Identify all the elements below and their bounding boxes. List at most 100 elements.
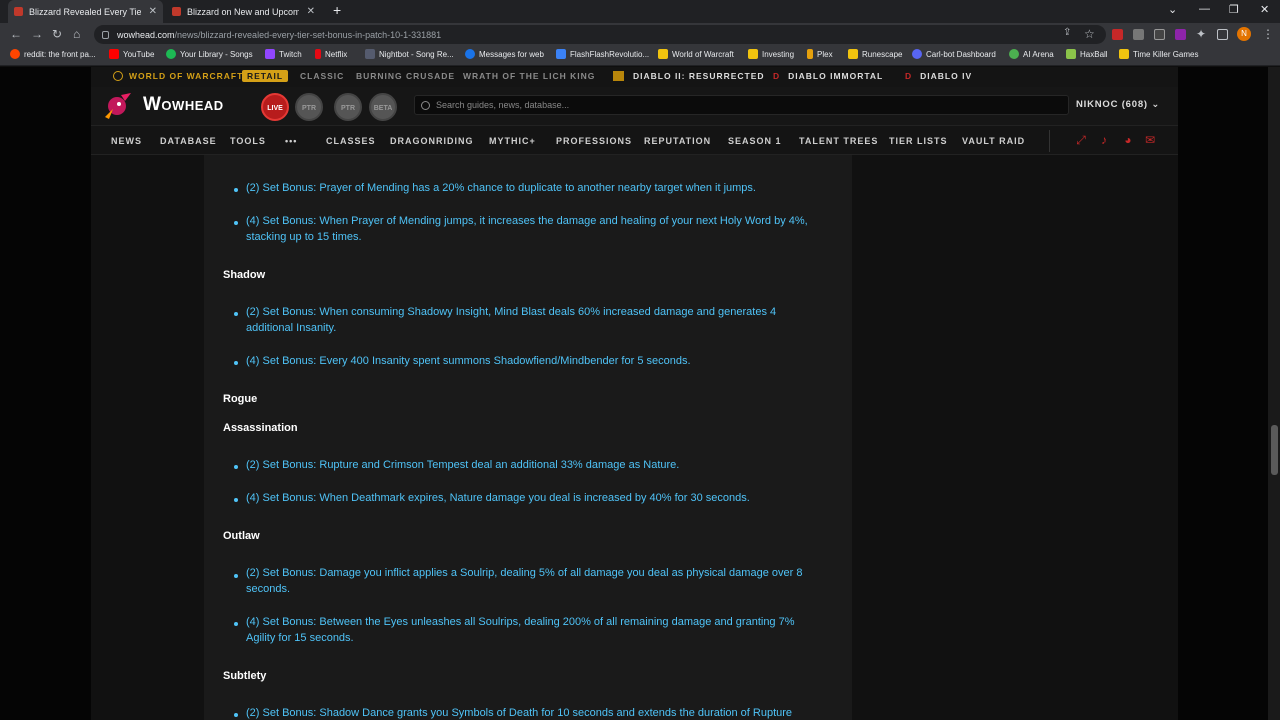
expand-icon[interactable]: ⤢ <box>1075 134 1087 146</box>
bookmark-label: Twitch <box>279 49 302 59</box>
game-wow[interactable]: WORLD OF WARCRAFT <box>113 71 243 81</box>
nav-vault-raid[interactable]: VAULT RAID <box>962 136 1025 146</box>
new-tab-button[interactable]: + <box>333 2 341 18</box>
bookmark-item[interactable]: Runescape <box>848 49 902 59</box>
bookmark-label: Plex <box>817 49 833 59</box>
bookmark-item[interactable]: Plex <box>807 49 833 59</box>
twitch-icon <box>265 49 275 59</box>
nightbot-icon <box>365 49 375 59</box>
site-nav: NEWS DATABASE TOOLS ••• CLASSES DRAGONRI… <box>91 125 1178 155</box>
youtube-icon <box>109 49 119 59</box>
nav-mythic-plus[interactable]: MYTHIC+ <box>489 136 536 146</box>
forward-icon[interactable]: → <box>31 27 43 41</box>
extension-icon[interactable] <box>1175 29 1186 40</box>
site-search-input[interactable]: Search guides, news, database... <box>414 95 1069 115</box>
site-logo[interactable]: Wowhead <box>143 94 224 116</box>
live-version-pill[interactable]: LIVE <box>261 93 289 121</box>
tab-active[interactable]: Blizzard Revealed Every Tier Set B ✕ <box>8 0 163 23</box>
bookmark-item[interactable]: Time Killer Games <box>1119 49 1199 59</box>
back-icon[interactable]: ← <box>10 27 22 41</box>
close-tab-icon[interactable]: ✕ <box>149 6 157 17</box>
page-viewport: WORLD OF WARCRAFT RETAIL CLASSIC BURNING… <box>0 67 1280 720</box>
set-bonus-item[interactable]: (2) Set Bonus: Prayer of Mending has a 2… <box>246 180 821 196</box>
notifications-bell-icon[interactable]: ♪ <box>1098 134 1110 146</box>
nav-reputation[interactable]: REPUTATION <box>644 136 711 146</box>
address-bar[interactable]: wowhead.com/news/blizzard-revealed-every… <box>94 25 1106 44</box>
folder-icon <box>658 49 668 59</box>
wowhead-logo-icon[interactable] <box>101 91 135 121</box>
nav-news[interactable]: NEWS <box>111 136 142 146</box>
nav-professions[interactable]: PROFESSIONS <box>556 136 632 146</box>
extension-icon[interactable] <box>1133 29 1144 40</box>
set-bonus-item[interactable]: (4) Set Bonus: When Prayer of Mending ju… <box>246 213 821 245</box>
bookmark-item[interactable]: Investing <box>748 49 794 59</box>
bookmark-item[interactable]: HaxBall <box>1066 49 1108 59</box>
nav-tier-lists[interactable]: TIER LISTS <box>889 136 948 146</box>
page-scrollbar[interactable] <box>1268 67 1280 720</box>
bookmark-item[interactable]: World of Warcraft <box>658 49 734 59</box>
side-panel-icon[interactable] <box>1217 29 1228 40</box>
bookmark-item[interactable]: Messages for web <box>465 49 544 59</box>
ptr-version-pill[interactable]: PTR <box>334 93 362 121</box>
set-bonus-item[interactable]: (4) Set Bonus: Every 400 Insanity spent … <box>246 353 821 369</box>
bookmark-label: Your Library - Songs <box>180 49 253 59</box>
adblock-extension-icon[interactable] <box>1112 29 1123 40</box>
tab-search-icon[interactable]: ⌄ <box>1168 3 1177 16</box>
close-tab-icon[interactable]: ✕ <box>307 6 315 17</box>
bookmark-item[interactable]: Netflix <box>315 49 347 59</box>
bookmark-item[interactable]: FlashFlashRevolutio... <box>556 49 649 59</box>
share-icon[interactable]: ⇪ <box>1063 27 1071 38</box>
set-bonus-item[interactable]: (2) Set Bonus: Shadow Dance grants you S… <box>246 705 821 720</box>
bookmark-item[interactable]: Twitch <box>265 49 302 59</box>
scrollbar-thumb[interactable] <box>1271 425 1278 475</box>
menu-kebab-icon[interactable]: ⋮ <box>1262 27 1274 41</box>
bookmark-item[interactable]: reddit: the front pa... <box>10 49 96 59</box>
set-bonus-item[interactable]: (2) Set Bonus: Damage you inflict applie… <box>246 565 821 597</box>
ptr-version-pill[interactable]: PTR <box>295 93 323 121</box>
bookmark-item[interactable]: Nightbot - Song Re... <box>365 49 454 59</box>
set-bonus-item[interactable]: (4) Set Bonus: When Deathmark expires, N… <box>246 490 821 506</box>
game-d2r[interactable]: DIABLO II: RESURRECTED <box>613 71 765 81</box>
nav-classes[interactable]: CLASSES <box>326 136 376 146</box>
nav-database[interactable]: DATABASE <box>160 136 217 146</box>
bookmark-star-icon[interactable]: ☆ <box>1084 27 1095 41</box>
bookmark-item[interactable]: Your Library - Songs <box>166 49 253 59</box>
game-d2r-label: DIABLO II: RESURRECTED <box>633 71 765 81</box>
set-bonus-item[interactable]: (2) Set Bonus: When consuming Shadowy In… <box>246 304 821 336</box>
extensions-puzzle-icon[interactable]: ✦ <box>1196 27 1206 41</box>
bullet-icon <box>234 221 238 225</box>
profile-avatar[interactable]: N <box>1237 27 1251 41</box>
nav-more[interactable]: ••• <box>285 136 297 146</box>
game-bc[interactable]: BURNING CRUSADE <box>356 71 455 81</box>
ai-arena-icon <box>1009 49 1019 59</box>
bookmark-item[interactable]: YouTube <box>109 49 154 59</box>
tab-inactive[interactable]: Blizzard on New and Upcoming ✕ <box>166 0 321 23</box>
bullet-icon <box>234 465 238 469</box>
bookmark-item[interactable]: Carl-bot Dashboard <box>912 49 996 59</box>
extension-icon[interactable] <box>1154 29 1165 40</box>
beta-version-pill[interactable]: BETA <box>369 93 397 121</box>
nav-tools[interactable]: TOOLS <box>230 136 266 146</box>
game-wotlk[interactable]: WRATH OF THE LICH KING <box>463 71 595 81</box>
lock-icon <box>102 30 109 39</box>
nav-season[interactable]: SEASON 1 <box>728 136 782 146</box>
bullet-icon <box>234 498 238 502</box>
set-bonus-item[interactable]: (4) Set Bonus: Between the Eyes unleashe… <box>246 614 821 646</box>
user-menu[interactable]: NIKNOC (608) ⌄ <box>1076 99 1160 110</box>
nav-talent-trees[interactable]: TALENT TREES <box>799 136 878 146</box>
game-d4[interactable]: D DIABLO IV <box>905 71 972 81</box>
close-window-icon[interactable]: ✕ <box>1260 3 1269 16</box>
mail-icon[interactable]: ✉ <box>1144 134 1156 146</box>
home-icon[interactable]: ⌂ <box>73 27 80 41</box>
game-di[interactable]: D DIABLO IMMORTAL <box>773 71 883 81</box>
game-classic[interactable]: CLASSIC <box>300 71 344 81</box>
discord-icon <box>912 49 922 59</box>
set-bonus-item[interactable]: (2) Set Bonus: Rupture and Crimson Tempe… <box>246 457 821 473</box>
game-retail[interactable]: RETAIL <box>242 70 289 82</box>
reload-icon[interactable]: ↻ <box>52 27 62 41</box>
nav-dragonriding[interactable]: DRAGONRIDING <box>390 136 474 146</box>
restore-icon[interactable]: ❐ <box>1229 3 1239 16</box>
bookmark-item[interactable]: AI Arena <box>1009 49 1054 59</box>
globe-icon[interactable]: ◕ <box>1122 134 1134 146</box>
minimize-icon[interactable]: — <box>1199 3 1210 15</box>
